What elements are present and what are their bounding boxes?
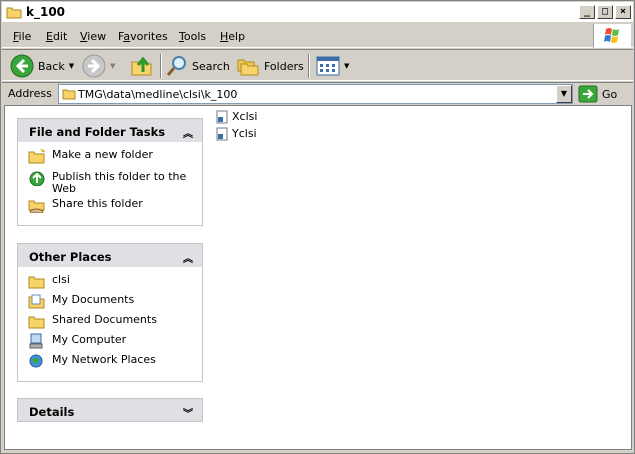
place-my-computer[interactable]: My Computer — [28, 333, 202, 353]
address-label: Address — [8, 87, 52, 100]
address-input[interactable]: TMG\data\medline\clsi\k_100 ▼ — [58, 84, 573, 104]
expand-down-icon[interactable]: ︾ — [183, 405, 193, 420]
address-dropdown-button[interactable]: ▼ — [556, 85, 572, 103]
other-places-title: Other Places — [29, 250, 112, 264]
file-folder-tasks-body: Make a new folder Publish this folder to… — [17, 142, 203, 226]
share-folder-icon — [28, 200, 45, 213]
place-clsi[interactable]: clsi — [28, 273, 202, 293]
new-folder-icon — [28, 148, 46, 164]
folder-icon — [28, 276, 45, 289]
menu-file[interactable]: File — [13, 30, 31, 43]
toolbar-separator — [160, 54, 162, 78]
forward-arrow-icon — [82, 54, 106, 78]
menu-favorites[interactable]: Favorites — [118, 30, 168, 43]
file-item-xclsi[interactable]: Xclsi — [215, 108, 257, 125]
details-title: Details — [29, 405, 75, 419]
task-publish-folder[interactable]: Publish this folder to the Web — [28, 170, 202, 195]
folder-icon — [62, 89, 76, 100]
title-bar[interactable]: k_100 _ □ × — [2, 2, 633, 23]
back-arrow-icon — [10, 54, 34, 78]
my-computer-icon — [29, 333, 43, 349]
search-label: Search — [192, 59, 230, 73]
views-button[interactable]: ▼ — [316, 53, 349, 79]
close-button[interactable]: × — [615, 5, 631, 19]
file-folder-tasks-title: File and Folder Tasks — [29, 125, 166, 139]
views-dropdown-icon[interactable]: ▼ — [344, 62, 349, 70]
explorer-window: k_100 _ □ × File Edit View Favorites Too… — [0, 0, 635, 454]
file-folder-tasks-header[interactable]: File and Folder Tasks ︽ — [17, 118, 203, 142]
menu-bar: File Edit View Favorites Tools Help — [2, 24, 633, 48]
collapse-up-icon[interactable]: ︽ — [183, 250, 193, 265]
folder-icon — [6, 7, 22, 19]
menu-view[interactable]: View — [80, 30, 106, 43]
other-places-panel: Other Places ︽ clsi My Documents Shared … — [17, 243, 203, 382]
my-documents-icon — [28, 294, 45, 309]
address-value: TMG\data\medline\clsi\k_100 — [78, 88, 238, 101]
other-places-header[interactable]: Other Places ︽ — [17, 243, 203, 267]
place-shared-documents[interactable]: Shared Documents — [28, 313, 202, 333]
minimize-button[interactable]: _ — [579, 5, 595, 19]
toolbar-separator — [308, 54, 310, 78]
task-share-folder[interactable]: Share this folder — [28, 197, 202, 217]
task-make-new-folder[interactable]: Make a new folder — [28, 148, 202, 168]
windows-logo-icon — [593, 24, 631, 48]
file-icon — [216, 110, 228, 123]
back-dropdown-icon[interactable]: ▼ — [69, 62, 74, 70]
forward-dropdown-icon[interactable]: ▼ — [110, 62, 115, 70]
views-icon — [316, 56, 340, 76]
network-places-icon — [29, 354, 43, 368]
folders-button[interactable]: Folders — [236, 53, 304, 79]
folders-label: Folders — [264, 59, 304, 73]
search-button[interactable]: Search — [165, 53, 230, 79]
toolbar: Back ▼ ▼ Search Folders ▼ — [2, 49, 633, 81]
forward-button[interactable]: ▼ — [82, 53, 115, 79]
collapse-up-icon[interactable]: ︽ — [183, 125, 193, 140]
publish-web-icon — [29, 171, 45, 186]
file-icon — [216, 127, 228, 140]
menu-edit[interactable]: Edit — [46, 30, 67, 43]
window-title: k_100 — [26, 5, 66, 19]
other-places-body: clsi My Documents Shared Documents My Co… — [17, 267, 203, 382]
place-my-network-places[interactable]: My Network Places — [28, 353, 202, 373]
file-folder-tasks-panel: File and Folder Tasks ︽ Make a new folde… — [17, 118, 203, 226]
details-header[interactable]: Details ︾ — [17, 398, 203, 422]
back-button[interactable]: Back ▼ — [10, 53, 74, 79]
up-folder-button[interactable] — [130, 53, 154, 79]
folders-icon — [237, 59, 259, 76]
file-list: Xclsi Yclsi — [215, 108, 257, 142]
menu-tools[interactable]: Tools — [179, 30, 206, 43]
place-my-documents[interactable]: My Documents — [28, 293, 202, 313]
content-area: File and Folder Tasks ︽ Make a new folde… — [4, 105, 632, 450]
shared-folder-icon — [28, 316, 45, 329]
back-label: Back — [38, 59, 65, 73]
maximize-button[interactable]: □ — [597, 5, 613, 19]
file-item-yclsi[interactable]: Yclsi — [215, 125, 257, 142]
go-label: Go — [602, 87, 618, 101]
address-bar: Address TMG\data\medline\clsi\k_100 ▼ Go — [2, 82, 633, 104]
details-panel: Details ︾ — [17, 398, 203, 422]
go-arrow-icon — [578, 85, 598, 103]
go-button[interactable]: Go — [578, 84, 617, 104]
menu-help[interactable]: Help — [220, 30, 245, 43]
up-folder-icon — [131, 56, 152, 76]
search-icon — [166, 56, 186, 76]
